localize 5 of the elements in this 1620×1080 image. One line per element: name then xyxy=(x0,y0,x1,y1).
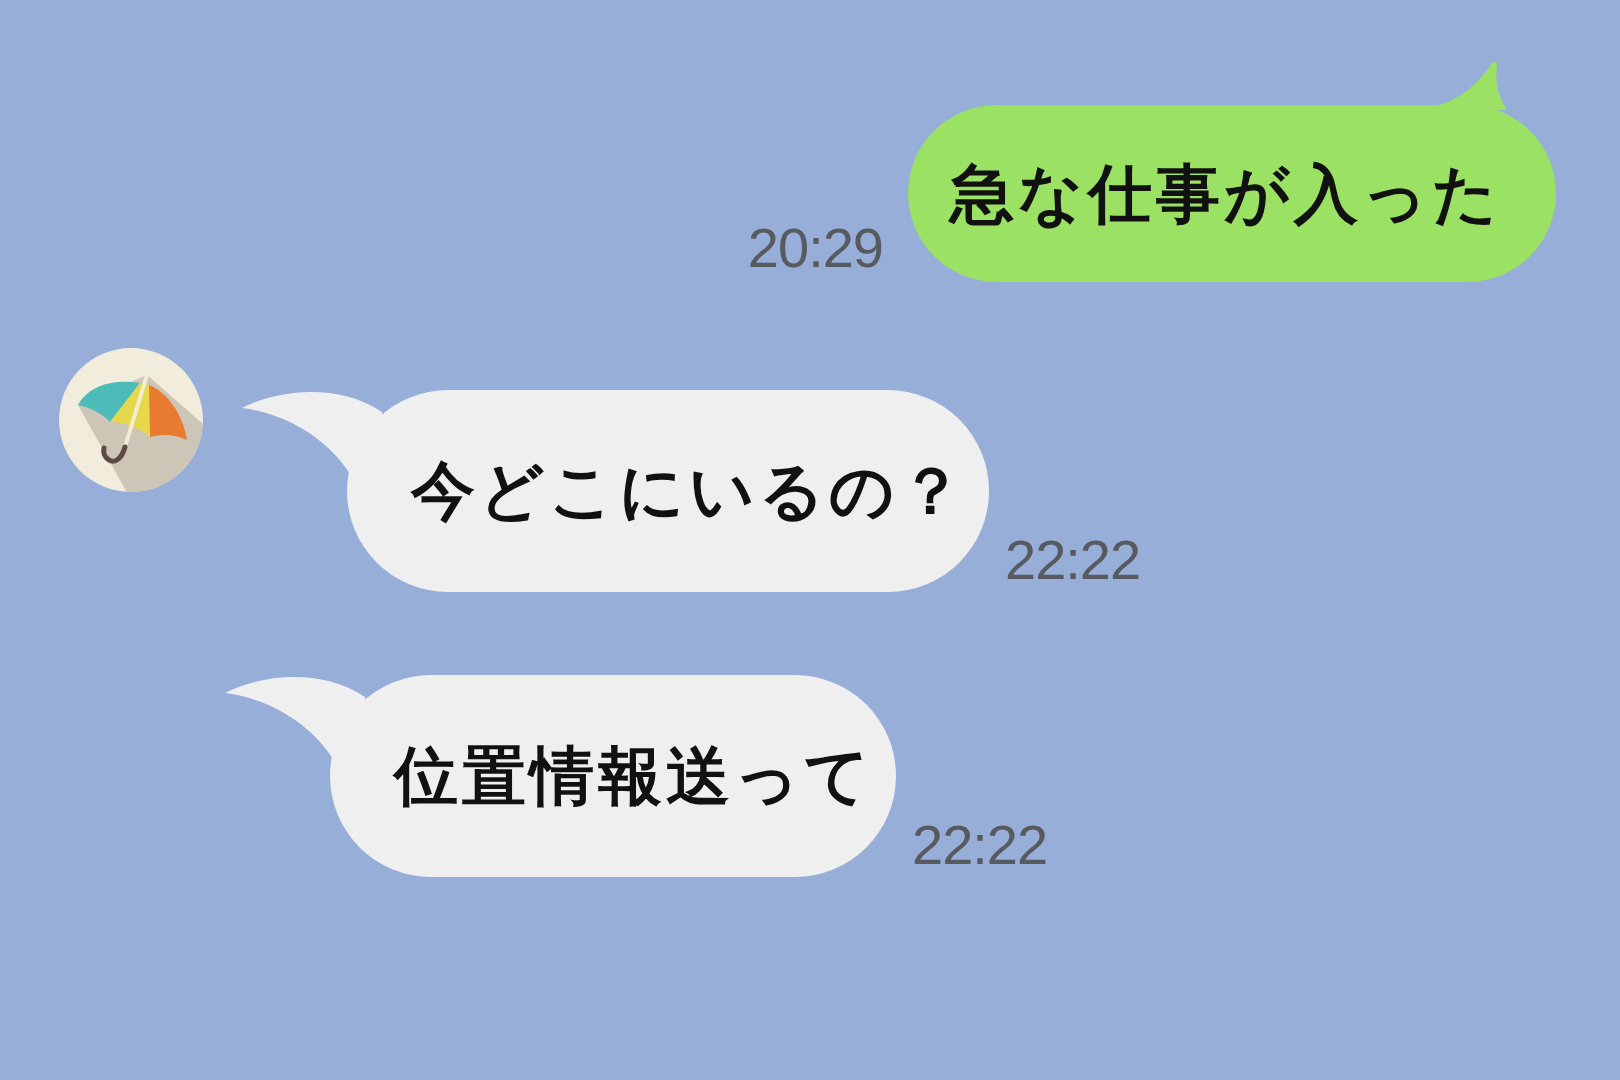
message-text: 今どこにいるの？ xyxy=(411,459,967,523)
message-time: 22:22 xyxy=(1005,528,1141,591)
message-time: 22:22 xyxy=(912,813,1048,876)
message-time: 20:29 xyxy=(747,216,883,279)
message-text: 位置情報送って xyxy=(394,744,874,808)
